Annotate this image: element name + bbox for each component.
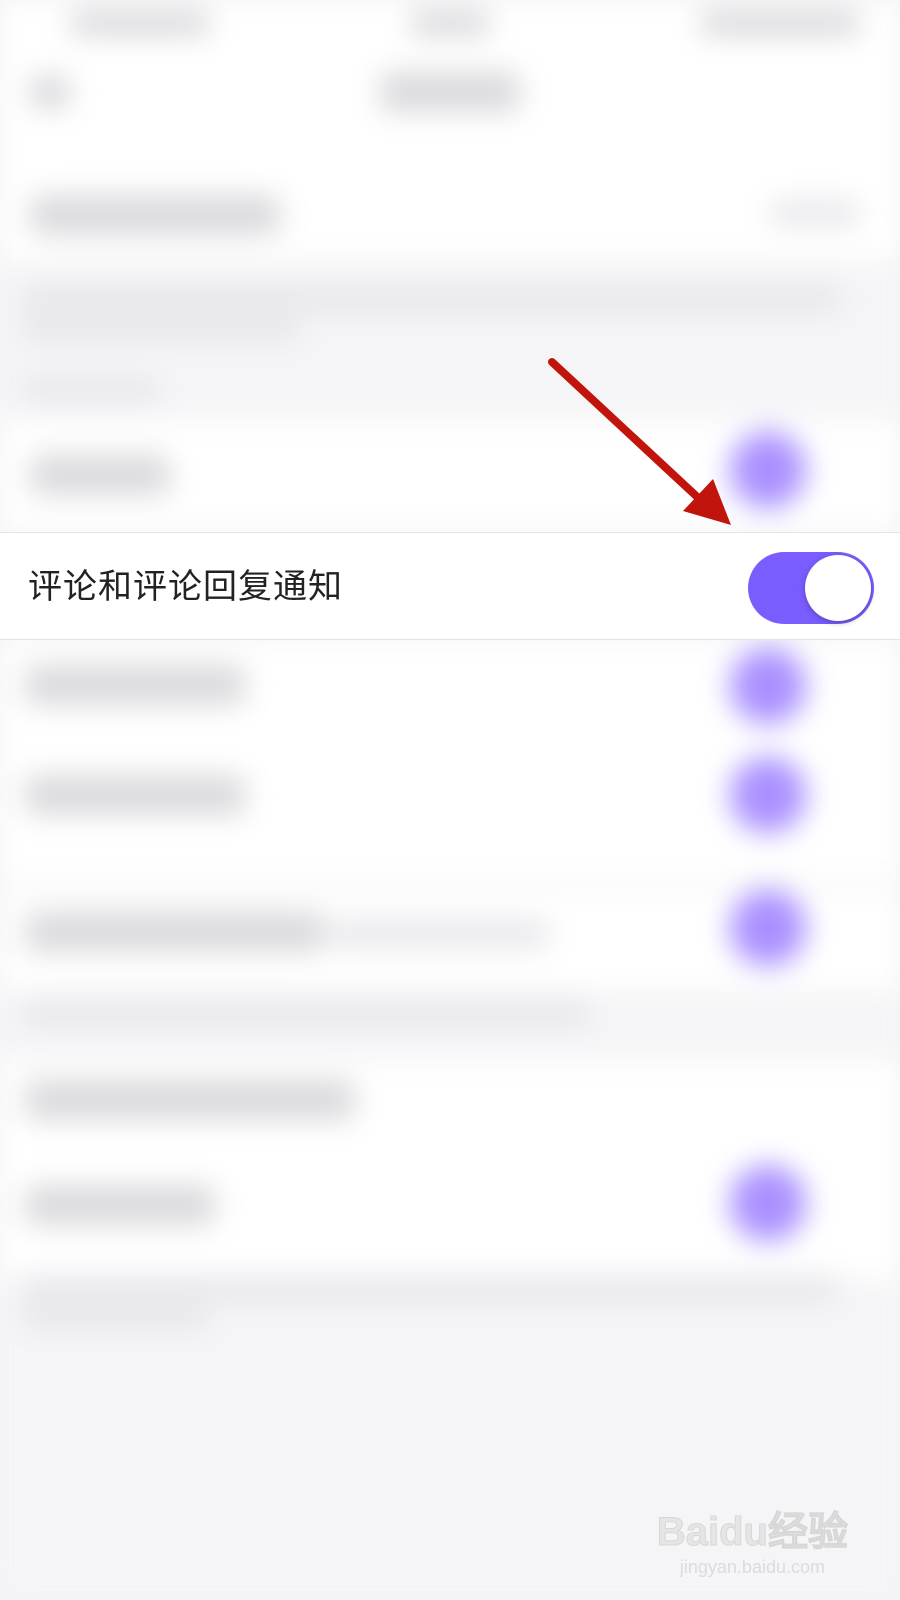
blurred-background (0, 0, 900, 1600)
blurred-toggle (730, 757, 806, 833)
blurred-text (30, 455, 170, 495)
blurred-text (25, 912, 325, 952)
blurred-text (330, 920, 550, 948)
comment-reply-notification-label: 评论和评论回复通知 (28, 567, 343, 607)
blurred-text (20, 318, 300, 342)
watermark: Baidu经验 jingyan.baidu.com (656, 1499, 848, 1578)
blurred-text (770, 200, 860, 226)
comment-reply-notification-toggle[interactable] (748, 552, 874, 624)
blurred-text (25, 775, 245, 815)
blurred-status-left (70, 10, 210, 36)
blurred-toggle (730, 890, 806, 966)
blurred-toggle (730, 648, 806, 724)
blurred-status-right (700, 10, 860, 36)
blurred-text (20, 1305, 210, 1329)
blurred-status-center (410, 10, 490, 36)
blurred-text (30, 195, 280, 235)
blurred-back-icon (30, 75, 70, 109)
blurred-text (25, 665, 245, 705)
blurred-text (20, 285, 840, 313)
blurred-text (20, 378, 160, 402)
blurred-text (25, 1185, 215, 1225)
watermark-logo: Baidu经验 (656, 1510, 848, 1555)
blurred-text (20, 1275, 840, 1301)
blurred-toggle (730, 1165, 806, 1241)
comment-reply-notification-row[interactable]: 评论和评论回复通知 (0, 532, 900, 640)
toggle-knob (805, 555, 871, 621)
blurred-toggle (730, 432, 806, 508)
watermark-url: jingyan.baidu.com (679, 1557, 825, 1577)
blurred-text (25, 1080, 355, 1120)
blurred-page-title (380, 72, 520, 112)
blurred-text (20, 1000, 590, 1026)
